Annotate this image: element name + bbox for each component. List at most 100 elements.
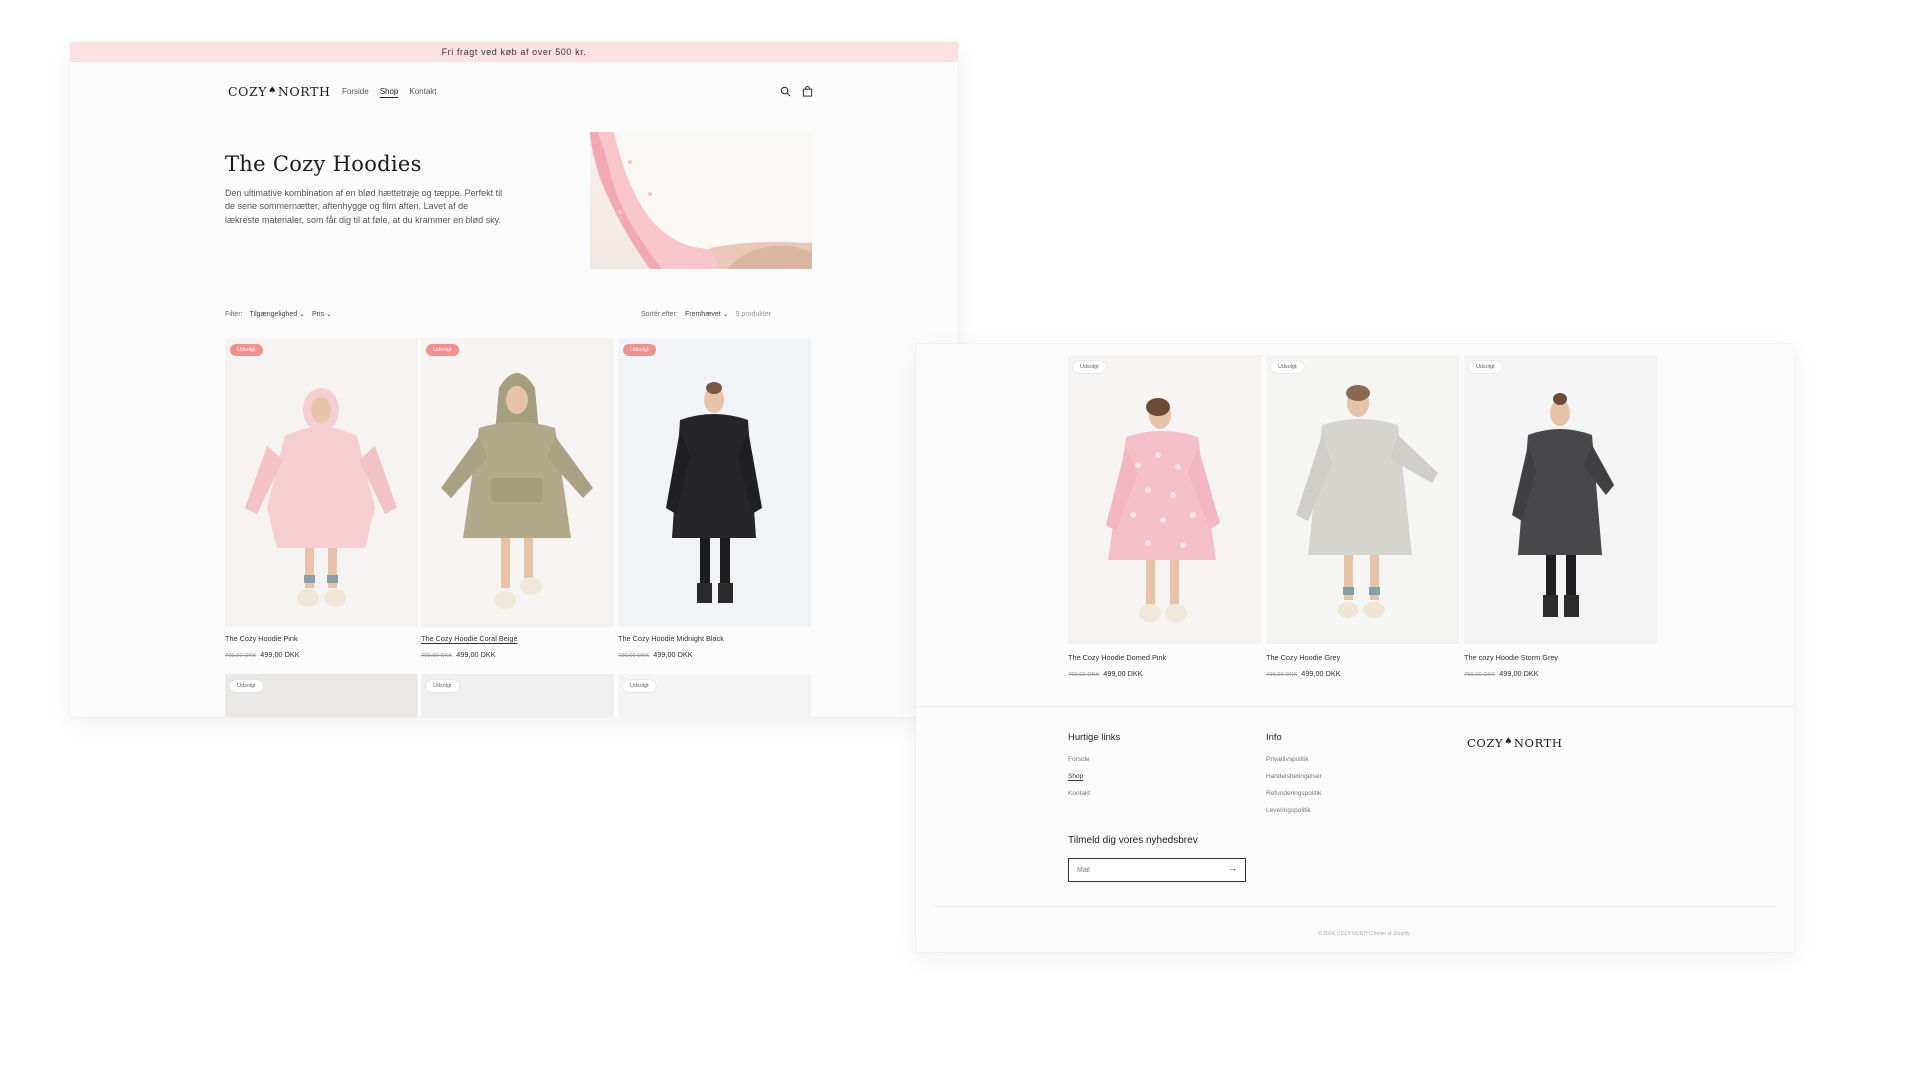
- product-count: 9 produkter: [735, 310, 772, 318]
- product-price: 799,00 DKK 499,00 DKK: [225, 650, 300, 659]
- product-title[interactable]: The Cozy Hoodie Midnight Black: [618, 634, 724, 643]
- collection-description: Den ultimative kombination af en blød hæ…: [225, 188, 503, 225]
- product-card-midnight-black[interactable]: Udsolgt The Cozy Hoodie Midnight Black 7…: [618, 338, 811, 659]
- brand-logo[interactable]: COZY♠NORTH: [228, 84, 330, 99]
- product-image: Udsolgt: [1464, 355, 1657, 644]
- product-price: 799,00 DKK 499,00 DKK: [1464, 669, 1539, 678]
- header-icons: [778, 84, 814, 98]
- sold-out-badge: Udsolgt: [426, 680, 459, 692]
- old-price: 799,00 DKK: [225, 653, 257, 659]
- footer-divider: [916, 706, 1794, 707]
- newsletter-email-input[interactable]: [1069, 866, 1219, 874]
- product-price: 799,00 DKK 499,00 DKK: [421, 650, 496, 659]
- sold-out-badge: Udsolgt: [1271, 361, 1304, 373]
- sold-out-badge: Udsolgt: [623, 680, 656, 692]
- sale-price: 499,00 DKK: [1103, 669, 1143, 678]
- product-image: Udsolgt: [421, 674, 614, 717]
- sale-price: 499,00 DKK: [1301, 669, 1341, 678]
- nav-item-kontakt[interactable]: Kontakt: [409, 87, 436, 96]
- product-title[interactable]: The Cozy Hoodie Grey: [1266, 653, 1340, 662]
- sort-bar: Sortér efter: Fremhævet ⌄ 9 produkter: [641, 310, 772, 319]
- footer-brand-logo[interactable]: COZY♠NORTH: [1467, 736, 1563, 750]
- newsletter-form: →: [1068, 858, 1246, 882]
- sale-price: 499,00 DKK: [260, 650, 300, 659]
- sort-select[interactable]: Fremhævet ⌄: [685, 310, 729, 318]
- quick-links-heading: Hurtige links: [1068, 732, 1121, 743]
- collection-footer-screenshot: Udsolgt The Cozy Hoodie Domed Pink 799,0…: [916, 344, 1794, 952]
- arrow-right-icon[interactable]: →: [1228, 863, 1237, 873]
- product-image: Udsolgt: [225, 338, 418, 627]
- filter-label: Filter:: [225, 310, 243, 318]
- product-title[interactable]: The cozy Hoodie Storm Grey: [1464, 653, 1558, 662]
- logo-mark: ♠: [1504, 737, 1513, 747]
- availability-filter-label: Tilgængelighed: [249, 311, 298, 318]
- old-price: 799,00 DKK: [618, 653, 650, 659]
- newsletter-heading: Tilmeld dig vores nyhedsbrev: [1068, 835, 1198, 846]
- product-title[interactable]: The Cozy Hoodie Pink: [225, 634, 298, 643]
- availability-filter[interactable]: Tilgængelighed ⌄: [250, 310, 305, 318]
- footer-link-shop[interactable]: Shop: [1068, 773, 1083, 780]
- info-heading: Info: [1266, 732, 1282, 743]
- product-image: Udsolgt: [618, 338, 811, 627]
- logo-text-left: COZY: [1467, 736, 1504, 750]
- sold-out-badge: Udsolgt: [230, 680, 263, 692]
- product-price: 799,00 DKK 499,00 DKK: [1068, 669, 1143, 678]
- price-filter[interactable]: Pris ⌄: [312, 310, 332, 318]
- product-image: Udsolgt: [1266, 355, 1459, 644]
- product-card-domed-pink[interactable]: Udsolgt The Cozy Hoodie Domed Pink 799,0…: [1068, 355, 1261, 685]
- sold-out-badge: Udsolgt: [426, 344, 459, 356]
- product-title[interactable]: The Cozy Hoodie Coral Beige: [421, 634, 518, 643]
- announcement-text: Fri fragt ved køb af over 500 kr.: [441, 47, 587, 57]
- footer-link-shipping[interactable]: Leveringspolitik: [1266, 807, 1311, 814]
- product-card[interactable]: Udsolgt: [618, 674, 811, 717]
- product-card[interactable]: Udsolgt: [225, 674, 418, 717]
- product-image: Udsolgt: [421, 338, 614, 627]
- sale-price: 499,00 DKK: [653, 650, 693, 659]
- announcement-bar: Fri fragt ved køb af over 500 kr.: [70, 42, 958, 62]
- product-card-coral-beige[interactable]: Udsolgt The Cozy Hoodie Coral Beige 799,…: [421, 338, 614, 659]
- collection-page-screenshot: Fri fragt ved køb af over 500 kr. COZY♠N…: [70, 42, 958, 717]
- site-header: COZY♠NORTH Forside Shop Kontakt: [70, 62, 958, 124]
- nav-item-shop[interactable]: Shop: [380, 87, 399, 96]
- price-filter-label: Pris: [311, 311, 324, 318]
- product-card-storm-grey[interactable]: Udsolgt The cozy Hoodie Storm Grey 799,0…: [1464, 355, 1657, 685]
- old-price: 799,00 DKK: [1266, 672, 1298, 678]
- product-price: 799,00 DKK 499,00 DKK: [1266, 669, 1341, 678]
- footer-link-privacy[interactable]: Privatlivspolitik: [1266, 756, 1309, 763]
- footer-link-forside[interactable]: Forside: [1068, 756, 1090, 763]
- sort-value: Fremhævet: [684, 311, 721, 318]
- product-card-pink[interactable]: Udsolgt The Cozy Hoodie Pink 799,00 DKK 4…: [225, 338, 418, 659]
- sold-out-badge: Udsolgt: [623, 344, 656, 356]
- footer-link-refund[interactable]: Refunderingspolitik: [1266, 790, 1321, 797]
- product-image: Udsolgt: [1068, 355, 1261, 644]
- collection-hero-image: [590, 132, 812, 269]
- main-nav: Forside Shop Kontakt: [342, 87, 437, 96]
- chevron-down-icon: ⌄: [722, 311, 729, 318]
- sale-price: 499,00 DKK: [456, 650, 496, 659]
- chevron-down-icon: ⌄: [299, 311, 305, 318]
- logo-text-right: NORTH: [1513, 736, 1563, 750]
- cart-icon[interactable]: [800, 84, 814, 98]
- product-image: Udsolgt: [225, 674, 418, 717]
- copyright-text: © 2024, COZY NORTH Drevet af Shopify: [1318, 931, 1410, 937]
- filter-bar: Filter: Tilgængelighed ⌄ Pris ⌄: [225, 310, 332, 319]
- sold-out-badge: Udsolgt: [230, 344, 263, 356]
- old-price: 799,00 DKK: [421, 653, 453, 659]
- product-title[interactable]: The Cozy Hoodie Domed Pink: [1068, 653, 1166, 662]
- sort-label: Sortér efter:: [641, 310, 678, 318]
- product-price: 799,00 DKK 499,00 DKK: [618, 650, 693, 659]
- product-card-grey[interactable]: Udsolgt The Cozy Hoodie Grey 799,00 DKK 4…: [1266, 355, 1459, 685]
- old-price: 799,00 DKK: [1464, 672, 1496, 678]
- copyright-divider: [934, 906, 1776, 907]
- search-icon[interactable]: [778, 84, 792, 98]
- sold-out-badge: Udsolgt: [1073, 361, 1106, 373]
- product-card[interactable]: Udsolgt: [421, 674, 614, 717]
- collection-title: The Cozy Hoodies: [225, 152, 422, 176]
- sale-price: 499,00 DKK: [1499, 669, 1539, 678]
- footer-link-terms[interactable]: Handelsbetingelser: [1266, 773, 1322, 780]
- logo-text-right: NORTH: [277, 84, 331, 99]
- sold-out-badge: Udsolgt: [1469, 361, 1502, 373]
- old-price: 799,00 DKK: [1068, 672, 1100, 678]
- nav-item-forside[interactable]: Forside: [342, 87, 369, 96]
- footer-link-kontakt[interactable]: Kontakt: [1068, 790, 1090, 797]
